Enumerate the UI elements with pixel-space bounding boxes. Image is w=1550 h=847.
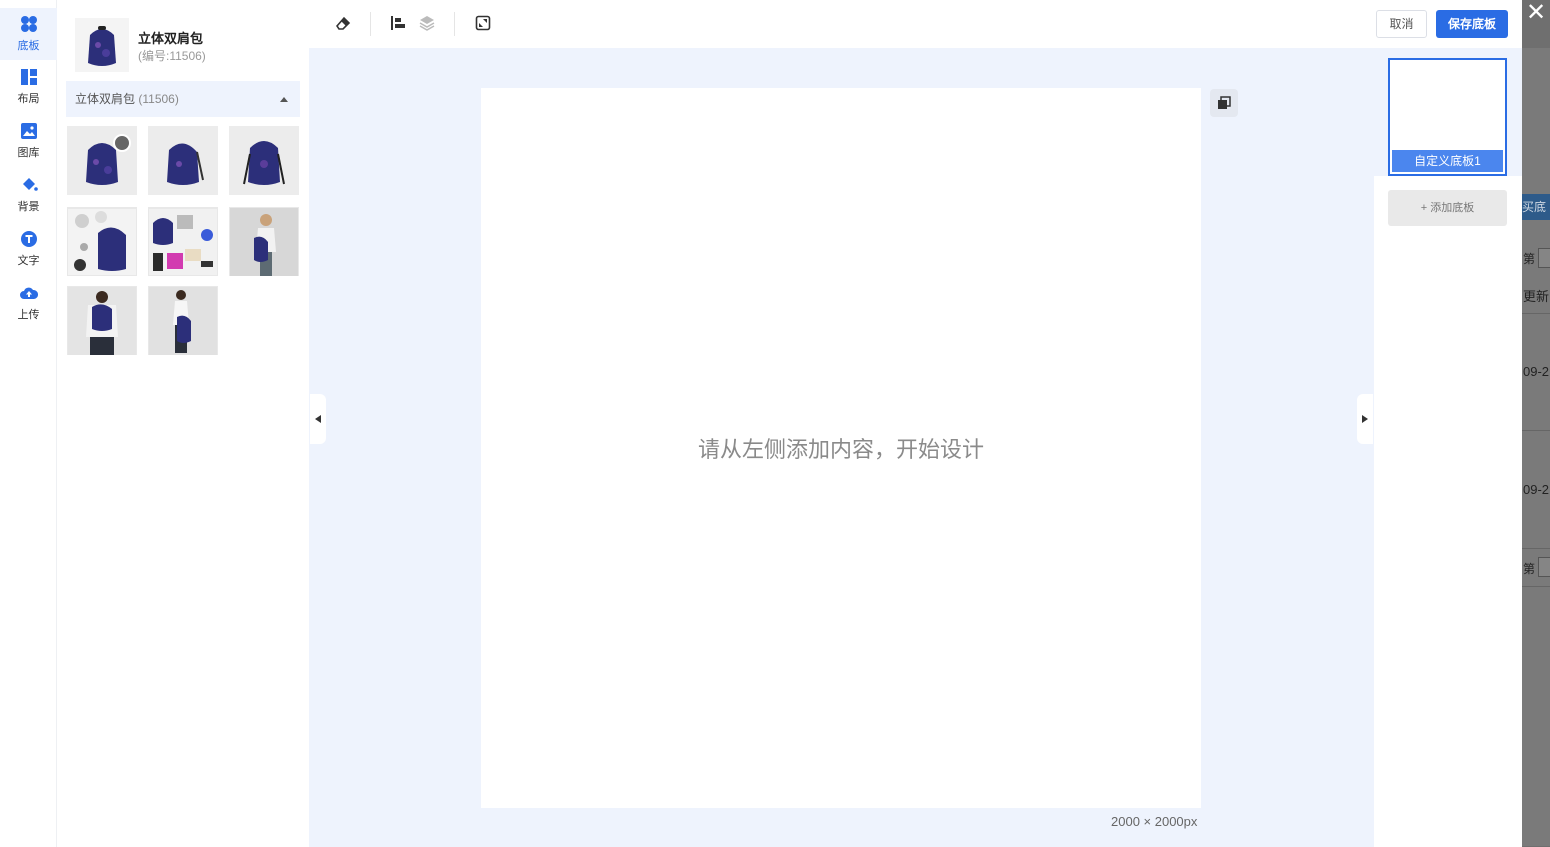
asset-panel: 立体双肩包 (编号:11506) 立体双肩包 (11506) — [57, 0, 309, 847]
product-thumbnail — [75, 18, 129, 72]
mockup-thumbnail[interactable] — [148, 286, 218, 355]
rail-item-layout[interactable]: 布局 — [0, 60, 57, 114]
caret-right-icon — [1362, 415, 1368, 423]
canvas-size-label: 2000 × 2000px — [1111, 814, 1198, 829]
text-icon — [20, 230, 38, 248]
caret-left-icon — [315, 415, 321, 423]
cloud-upload-icon — [19, 284, 38, 302]
rail-item-gallery[interactable]: 图库 — [0, 114, 57, 168]
product-dropdown[interactable]: 立体双肩包 (11506) — [66, 81, 300, 117]
artboard[interactable]: 请从左侧添加内容，开始设计 — [481, 88, 1201, 808]
mockup-thumbnail[interactable] — [67, 126, 137, 195]
add-board-button[interactable]: + 添加底板 — [1388, 190, 1507, 226]
mockup-thumbnail[interactable] — [148, 207, 218, 276]
rail-item-text[interactable]: 文字 — [0, 222, 57, 276]
bg-text-5: 第 — [1523, 562, 1536, 576]
caret-up-icon — [280, 97, 288, 102]
tool-rail: 底板 布局 图库 背景 文字 上传 — [0, 0, 57, 847]
canvas-area: 请从左侧添加内容，开始设计 2000 × 2000px — [309, 48, 1374, 847]
rail-item-upload[interactable]: 上传 — [0, 276, 57, 330]
bg-text-4: 09-2 — [1523, 482, 1550, 497]
layers-icon[interactable] — [418, 14, 436, 32]
bg-text-2: 更新 — [1523, 289, 1550, 304]
rail-item-label: 布局 — [17, 93, 40, 105]
rail-item-label: 底板 — [17, 40, 40, 52]
rail-item-label: 图库 — [17, 147, 40, 159]
eraser-icon[interactable] — [334, 14, 352, 32]
rail-item-label: 上传 — [17, 309, 40, 321]
dropdown-code: (11506) — [138, 92, 179, 106]
board-card-label: 自定义底板1 — [1392, 150, 1503, 172]
dropdown-name: 立体双肩包 — [75, 92, 136, 106]
align-left-icon[interactable] — [389, 14, 407, 32]
clover-icon — [20, 15, 38, 33]
mockup-thumbnail[interactable] — [67, 286, 137, 355]
save-board-button[interactable]: 保存底板 — [1436, 10, 1508, 38]
top-toolbar: 取消 保存底板 — [309, 0, 1522, 48]
boards-panel: 自定义底板1 + 添加底板 — [1374, 48, 1522, 847]
resize-canvas-icon[interactable] — [474, 14, 492, 32]
rail-item-board[interactable]: 底板 — [0, 8, 57, 60]
empty-canvas-hint: 请从左侧添加内容，开始设计 — [697, 437, 984, 462]
close-icon[interactable]: ✕ — [1523, 0, 1549, 26]
background-page-strip: 买底 第 更新 09-2 09-2 第 — [1522, 0, 1550, 847]
paint-bucket-icon — [20, 176, 38, 194]
product-name: 立体双肩包 — [138, 31, 204, 46]
copy-icon — [1218, 96, 1231, 109]
mockup-thumbnail[interactable] — [229, 126, 299, 195]
layout-icon — [20, 68, 38, 86]
bg-text-buy: 买底 — [1522, 194, 1550, 220]
backpack-icon — [88, 26, 116, 66]
mockup-thumbnail[interactable] — [229, 207, 299, 276]
3d-cube-icon — [113, 134, 131, 152]
copy-layers-button[interactable] — [1210, 89, 1238, 117]
image-icon — [20, 122, 38, 140]
bg-text-1: 第 — [1523, 252, 1536, 266]
mockup-thumbnail[interactable] — [67, 207, 137, 276]
rail-item-label: 文字 — [17, 255, 40, 267]
collapse-right-panel-button[interactable] — [1357, 394, 1373, 444]
rail-item-background[interactable]: 背景 — [0, 168, 57, 222]
bg-text-3: 09-2 — [1523, 364, 1550, 379]
board-card-selected[interactable]: 自定义底板1 — [1388, 58, 1507, 176]
product-code: (编号:11506) — [138, 49, 206, 63]
cancel-button[interactable]: 取消 — [1376, 10, 1427, 38]
rail-item-label: 背景 — [17, 201, 40, 213]
mockup-thumbnail[interactable] — [148, 126, 218, 195]
collapse-left-panel-button[interactable] — [310, 394, 326, 444]
